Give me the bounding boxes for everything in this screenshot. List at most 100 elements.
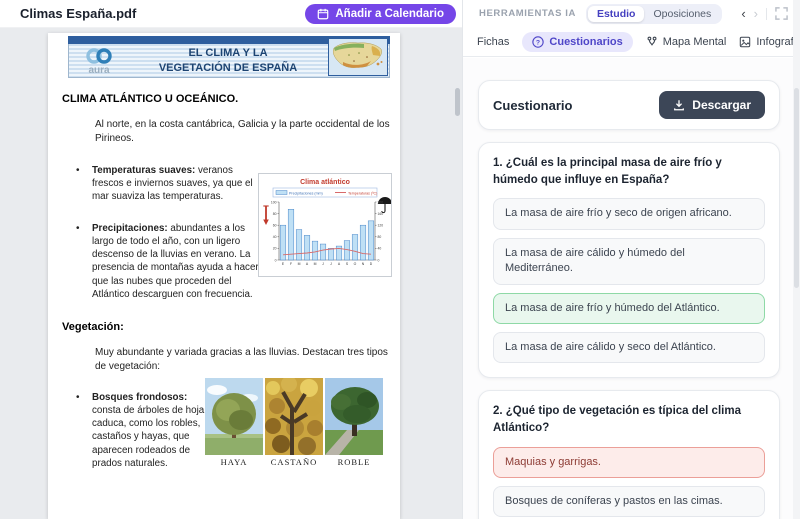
climograph-chart: Clima atlántico Precipitaciones (mm) Tempe… [258, 173, 392, 277]
svg-text:A: A [338, 262, 341, 266]
legend-precipitaciones: Precipitaciones (mm) [289, 192, 323, 196]
svg-text:80: 80 [273, 212, 277, 216]
precipitation-bar [359, 224, 367, 261]
pdf-topbar: Climas España.pdf Añadir a Calendario [0, 0, 462, 28]
castano-photo [265, 376, 323, 458]
tools-tab-bar: Fichas ? Cuestionarios Mapa Mental Infog… [463, 27, 800, 57]
svg-text:D: D [370, 262, 373, 266]
bullet-dot: • [76, 223, 80, 234]
svg-text:100: 100 [271, 200, 277, 204]
pdf-vegetation-heading: Vegetación: [62, 321, 124, 333]
download-icon [674, 100, 685, 111]
forward-icon[interactable]: › [754, 7, 758, 20]
svg-text:?: ? [536, 39, 540, 46]
bullet-label: Bosques frondosos: [92, 392, 188, 403]
svg-text:0: 0 [275, 258, 277, 262]
climograph-svg: Clima atlántico Precipitaciones (mm) Tempe… [263, 179, 392, 266]
answer-option-default[interactable]: La masa de aire frío y seco de origen af… [493, 198, 765, 230]
bullet-text: consta de árboles de hoja caduca, como l… [92, 405, 205, 469]
quiz-title: Cuestionario [493, 97, 573, 113]
precipitation-bar [311, 240, 319, 261]
pdf-intro-paragraph: Al norte, en la costa cantábrica, Galici… [95, 119, 390, 144]
answer-option-correct[interactable]: La masa de aire frío y húmedo del Atlánt… [493, 292, 765, 324]
tab-mapa-mental[interactable]: Mapa Mental [646, 35, 727, 48]
tab-label: Mapa Mental [662, 35, 727, 48]
roble-photo [325, 378, 383, 458]
tools-header-row: HERRAMIENTAS IA Estudio Oposiciones ‹ › [463, 0, 800, 27]
tools-header-label: HERRAMIENTAS IA [479, 8, 576, 19]
divider [766, 7, 767, 20]
pdf-vegetation-intro: Muy abundante y variada gracias a las ll… [95, 347, 388, 372]
precipitation-bar [327, 248, 335, 261]
tab-infografia[interactable]: Infografía [739, 36, 800, 48]
pdf-page: aura EL CLIMA Y LA VEGETACIÓN DE ESPAÑA [48, 33, 400, 519]
tab-fichas[interactable]: Fichas [477, 36, 509, 48]
precipitation-bar [303, 235, 311, 261]
aura-logo: aura [69, 46, 133, 76]
answer-option-default[interactable]: La masa de aire cálido y húmedo del Medi… [493, 237, 765, 285]
question-title: 1. ¿Cuál es la principal masa de aire fr… [493, 157, 722, 186]
add-to-calendar-button[interactable]: Añadir a Calendario [305, 3, 456, 24]
chart-title: Clima atlántico [300, 179, 350, 186]
document-title: Climas España.pdf [20, 6, 137, 21]
svg-text:40: 40 [273, 235, 277, 239]
svg-text:80: 80 [378, 235, 382, 239]
svg-text:F: F [290, 262, 292, 266]
tab-label: Fichas [477, 35, 510, 48]
svg-text:A: A [306, 262, 309, 266]
tab-label: Cuestionarios [549, 35, 623, 48]
pdf-canvas[interactable]: aura EL CLIMA Y LA VEGETACIÓN DE ESPAÑA [0, 28, 462, 519]
svg-text:20: 20 [273, 247, 277, 251]
svg-text:E: E [282, 262, 285, 266]
download-label: Descargar [692, 98, 751, 112]
answer-option-default[interactable]: Bosques de coníferas y pastos en las cim… [493, 486, 765, 518]
svg-text:40: 40 [378, 247, 382, 251]
banner-title-line1: EL CLIMA Y LA [188, 47, 268, 60]
spain-map-image [328, 38, 388, 76]
precipitation-bar [351, 234, 359, 261]
pdf-scrollbar-thumb[interactable] [455, 88, 460, 116]
svg-text:160: 160 [378, 212, 384, 216]
precipitation-bar [319, 243, 327, 261]
mode-toggle: Estudio Oposiciones [585, 3, 723, 24]
pdf-viewer-pane: Climas España.pdf Añadir a Calendario au… [0, 0, 462, 519]
svg-text:O: O [354, 262, 357, 266]
fullscreen-icon[interactable] [775, 7, 788, 20]
tab-cuestionarios[interactable]: ? Cuestionarios [522, 31, 633, 52]
svg-text:J: J [322, 262, 324, 266]
mode-estudio[interactable]: Estudio [587, 5, 645, 22]
haya-photo [205, 378, 263, 458]
pdf-section-heading: CLIMA ATLÁNTICO U OCEÁNICO. [62, 93, 239, 105]
svg-text:0: 0 [378, 258, 380, 262]
precipitation-bar [287, 209, 295, 261]
svg-text:M: M [298, 262, 301, 266]
banner-title-line2: VEGETACIÓN DE ESPAÑA [158, 61, 298, 74]
bullet-dot: • [76, 392, 80, 403]
answer-option-incorrect[interactable]: Maquias y garrigas. [493, 446, 765, 479]
questions-list: 1. ¿Cuál es la principal masa de aire fr… [478, 142, 780, 519]
mode-oposiciones[interactable]: Oposiciones [644, 6, 720, 22]
bullet-dot: • [76, 165, 80, 176]
chart-plot: 0 20 40 60 80 100 0 40 80 120 160 200 E F M A M J J A S O N D [271, 200, 383, 266]
panel-scrollbar-track[interactable] [793, 0, 800, 519]
svg-text:200: 200 [378, 200, 384, 204]
pdf-bullet-bosques: • Bosques frondosos: consta de árboles d… [76, 391, 206, 470]
svg-text:J: J [330, 262, 332, 266]
download-button[interactable]: Descargar [659, 91, 765, 119]
panel-nav: ‹ › [741, 7, 788, 20]
answer-option-default[interactable]: La masa de aire cálido y seco del Atlánt… [493, 331, 765, 364]
pdf-bullet-precipitaciones: • Precipitaciones: abundantes a los larg… [76, 222, 260, 301]
precipitation-bar [295, 229, 303, 261]
panel-scrollbar-thumb[interactable] [794, 88, 799, 288]
ai-tools-pane: HERRAMIENTAS IA Estudio Oposiciones ‹ › … [462, 0, 800, 519]
thermometer-icon [263, 205, 269, 225]
back-icon[interactable]: ‹ [741, 7, 745, 20]
pdf-bullet-temperaturas: • Temperaturas suaves: veranos frescos e… [76, 164, 260, 203]
question-title: 2. ¿Qué tipo de vegetación es típica del… [493, 405, 741, 434]
roble-caption: ROBLE [337, 457, 371, 467]
app-window: Climas España.pdf Añadir a Calendario au… [0, 0, 800, 519]
question-card: 2. ¿Qué tipo de vegetación es típica del… [478, 390, 780, 519]
question-circle-icon: ? [532, 35, 545, 48]
svg-text:60: 60 [273, 224, 277, 228]
aura-logo-text: aura [88, 65, 110, 76]
